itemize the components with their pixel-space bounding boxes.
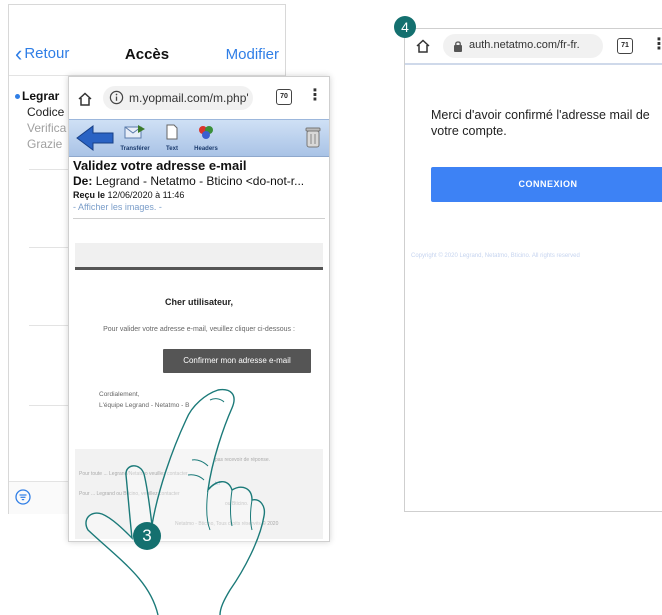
url-field[interactable]: auth.netatmo.com/fr-fr. [443, 34, 603, 58]
forward-mail-icon [124, 125, 145, 139]
url-field[interactable]: m.yopmail.com/m.php' [103, 86, 253, 110]
back-arrow-icon[interactable] [75, 124, 115, 152]
email-date: Reçu le 12/06/2020 à 11:46 [73, 190, 184, 200]
headers-label: Headers [194, 146, 218, 152]
connexion-button[interactable]: CONNEXION [431, 167, 662, 202]
pointing-hand-icon [85, 388, 266, 615]
email-greeting: Cher utilisateur, [164, 297, 234, 307]
step-number-badge: 4 [394, 16, 416, 38]
yopmail-toolbar: Transférer Text Headers [69, 119, 329, 157]
forward-button[interactable]: Transférer [117, 124, 153, 152]
document-icon [166, 124, 178, 140]
show-images-link[interactable]: - Afficher les images. - [73, 202, 162, 212]
confirm-email-button[interactable]: Confirmer mon adresse e-mail [163, 349, 311, 373]
headers-button[interactable]: Headers [189, 124, 223, 152]
from-label: De: [73, 174, 93, 188]
edit-button[interactable]: Modifier [226, 46, 279, 63]
more-vert-icon[interactable]: ⋮ [651, 36, 662, 54]
mail-item-sender[interactable]: Legrar [15, 89, 59, 103]
confirmation-message: Merci d'avoir confirmé l'adresse mail de… [431, 108, 650, 138]
netatmo-confirmation-screen: auth.netatmo.com/fr-fr. 71 ⋮ Merci d'avo… [404, 28, 662, 512]
from-value: Legrand - Netatmo - Bticino <do-not-r... [95, 174, 305, 188]
unread-dot-icon [15, 94, 20, 100]
mail-item-preview-line: Verifica [27, 121, 67, 135]
mail-item-preview-line: Grazie [27, 137, 63, 151]
copyright-text: Copyright © 2020 Legrand, Netatmo, Btici… [411, 253, 580, 259]
mail-item-subject: Codice [27, 105, 65, 119]
home-icon[interactable] [415, 38, 431, 54]
email-from: De: Legrand - Netatmo - Bticino <do-not-… [73, 174, 327, 188]
date-value: 12/06/2020 à 11:46 [107, 190, 185, 200]
browser-address-bar: m.yopmail.com/m.php' 70 ⋮ [69, 77, 329, 119]
ios-navigation-bar: ‹ Retour Accès Modifier [9, 35, 285, 76]
lock-icon [454, 41, 462, 52]
email-instruction: Pour valider votre adresse e-mail, veuil… [103, 326, 295, 333]
email-header-banner [75, 243, 323, 270]
divider [73, 218, 325, 219]
date-label: Reçu le [73, 190, 106, 200]
browser-address-bar: auth.netatmo.com/fr-fr. 71 ⋮ [405, 29, 662, 65]
info-icon[interactable] [109, 90, 124, 105]
email-subject: Validez votre adresse e-mail [73, 158, 247, 173]
step-number-badge: 3 [133, 522, 161, 550]
forward-label: Transférer [120, 146, 150, 152]
url-text: m.yopmail.com/m.php' [129, 91, 249, 105]
more-vert-icon[interactable]: ⋮ [307, 87, 323, 105]
trash-icon[interactable] [305, 126, 321, 148]
tabs-count-button[interactable]: 71 [617, 38, 633, 54]
tabs-count-button[interactable]: 70 [276, 89, 292, 105]
filter-icon[interactable] [15, 489, 31, 505]
text-label: Text [166, 146, 178, 152]
headers-icon [199, 126, 213, 139]
home-icon[interactable] [77, 91, 93, 107]
url-text: auth.netatmo.com/fr-fr. [469, 39, 580, 51]
text-view-button[interactable]: Text [159, 124, 185, 152]
